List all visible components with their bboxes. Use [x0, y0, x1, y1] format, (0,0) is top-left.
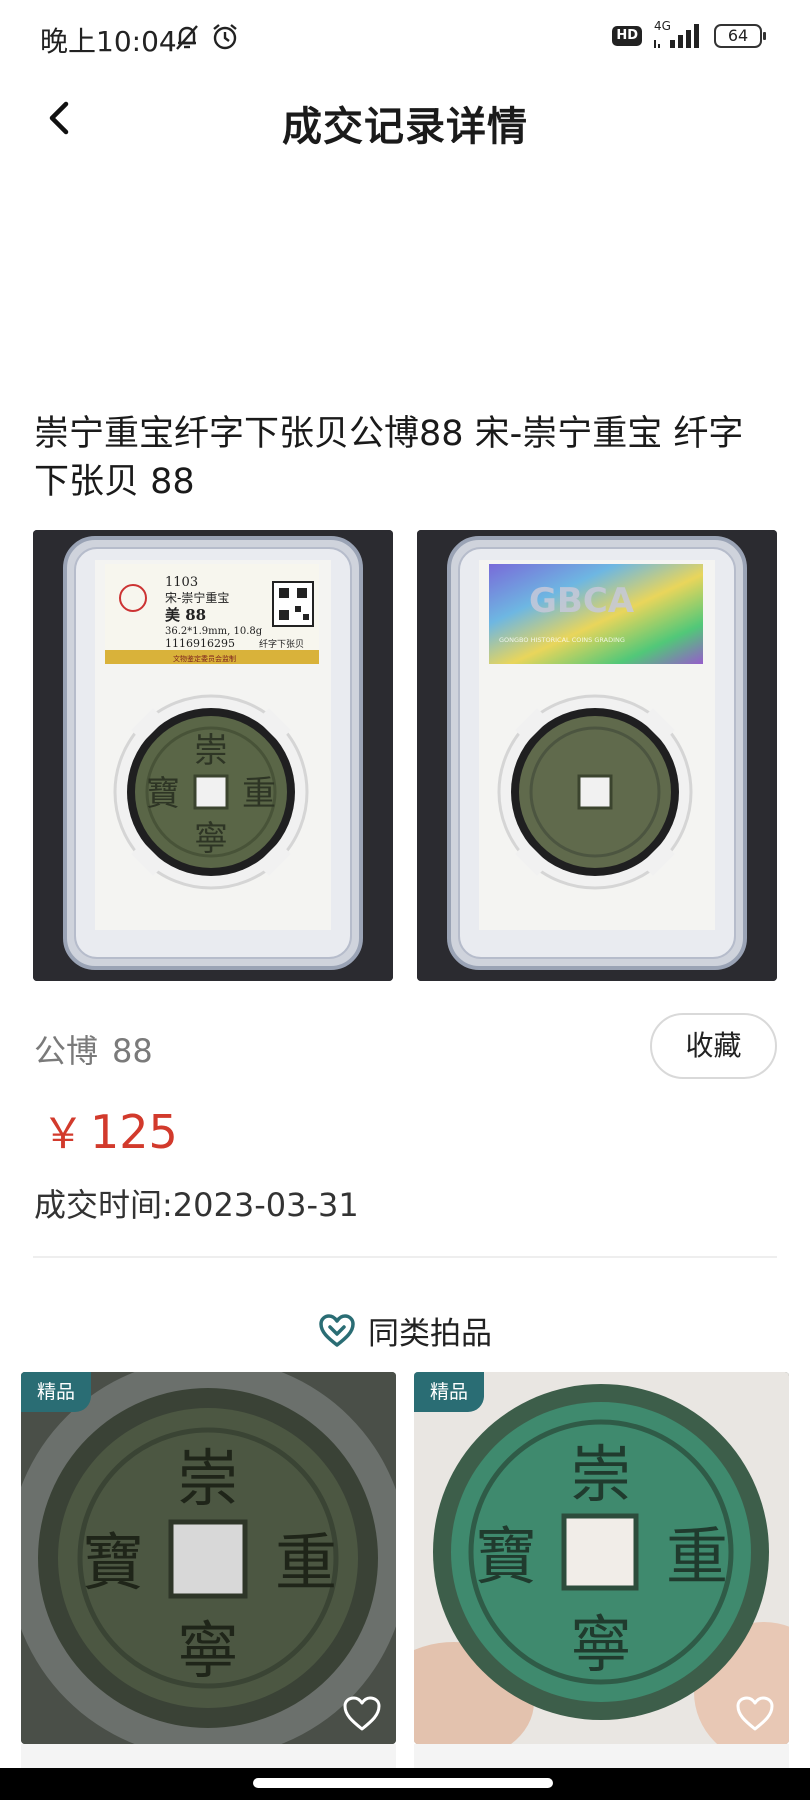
similar-coin-char-bottom: 寧 [570, 1608, 632, 1681]
card-footer [414, 1744, 789, 1768]
price: ￥ 125 [42, 1100, 178, 1161]
similar-coin-image: 崇 重 寧 寶 [414, 1372, 789, 1744]
item-photo-front[interactable]: 1103 宋-崇宁重宝 美 88 36.2*1.9mm, 10.8g 11169… [33, 530, 393, 981]
similar-heading-label: 同类拍品 [368, 1316, 492, 1352]
nav-bar: 成交记录详情 [0, 74, 810, 164]
price-currency: ￥ [42, 1109, 85, 1158]
battery-level: 64 [727, 26, 749, 45]
premium-badge: 精品 [21, 1372, 91, 1412]
slab-footer: 文物鉴定委员会监制 [173, 654, 236, 663]
alarm-icon [213, 24, 237, 50]
slab-back-image: GBCA GONGBO HISTORICAL COINS GRADING [417, 530, 777, 981]
home-indicator[interactable] [253, 1778, 553, 1788]
like-button[interactable] [733, 1692, 777, 1736]
similar-heading: 同类拍品 [0, 1308, 810, 1353]
price-value: 125 [90, 1105, 178, 1159]
similar-card[interactable]: 崇 重 寧 寶 精品 [414, 1372, 789, 1744]
slab-front-image: 1103 宋-崇宁重宝 美 88 36.2*1.9mm, 10.8g 11169… [33, 530, 393, 981]
mute-bell-icon [176, 25, 198, 50]
status-time: 晚上10:04 [40, 25, 177, 58]
hd-badge: HD [612, 26, 642, 46]
grader-name: 公博 [34, 1032, 99, 1070]
favorite-button[interactable]: 收藏 [650, 1013, 777, 1079]
divider [33, 1256, 777, 1258]
card-footer [21, 1744, 396, 1768]
heart-icon [343, 1696, 381, 1731]
like-button[interactable] [340, 1692, 384, 1736]
similar-coin-char-bottom: 寧 [177, 1614, 239, 1687]
slab-cert-code: 1103 [165, 575, 198, 590]
slab-brand-line: GONGBO HISTORICAL COINS GRADING [499, 636, 625, 644]
status-icons [172, 22, 240, 52]
status-bar: 晚上10:04 HD 4G 64 [0, 0, 810, 74]
heart-icon [736, 1696, 774, 1731]
item-title: 崇宁重宝纤字下张贝公博88 宋-崇宁重宝 纤字下张贝 88 [34, 414, 744, 502]
premium-badge: 精品 [414, 1372, 484, 1412]
coin-char-bottom: 寧 [194, 819, 228, 859]
similar-coin-image: 崇 重 寧 寶 [21, 1372, 396, 1744]
similar-coin-char-right: 重 [666, 1520, 728, 1593]
slab-coin-name: 宋-崇宁重宝 [165, 590, 229, 605]
grade-line: 公博 88 [34, 1026, 153, 1072]
similar-coin-char-top: 崇 [570, 1438, 632, 1511]
similar-coin-char-right: 重 [275, 1526, 337, 1599]
coin-char-right: 重 [242, 774, 276, 814]
slab-grade: 美 88 [165, 606, 206, 624]
similar-coin-char-left: 寶 [82, 1526, 144, 1599]
deal-time: 成交时间:2023-03-31 [34, 1186, 359, 1224]
battery-icon: 64 [714, 24, 766, 48]
slab-spec: 36.2*1.9mm, 10.8g [165, 626, 263, 637]
heart-outline-icon [319, 1313, 355, 1347]
similar-coin-char-left: 寶 [475, 1520, 537, 1593]
slab-brand: GBCA [529, 581, 635, 621]
coin-char-top: 崇 [194, 731, 228, 771]
similar-card[interactable]: 崇 重 寧 寶 精品 [21, 1372, 396, 1744]
grade-value: 88 [112, 1032, 153, 1070]
slab-serial: 1116916295 [165, 637, 235, 650]
coin-char-left: 寶 [146, 774, 180, 814]
slab-variety: 纤字下张贝 [259, 638, 304, 650]
signal-icon: 4G [652, 20, 704, 50]
page-title: 成交记录详情 [282, 104, 528, 150]
status-right: HD 4G 64 [612, 20, 766, 50]
similar-coin-char-top: 崇 [177, 1442, 239, 1515]
item-photo-back[interactable]: GBCA GONGBO HISTORICAL COINS GRADING [417, 530, 777, 981]
